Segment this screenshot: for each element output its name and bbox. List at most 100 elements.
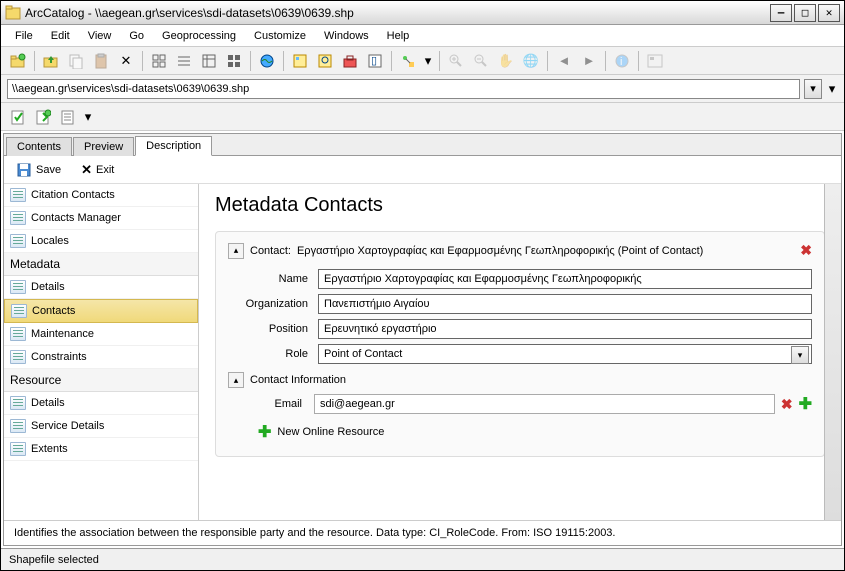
large-icons-icon[interactable] [148, 50, 170, 72]
sidebar-item-locales[interactable]: Locales [4, 230, 198, 253]
copy-icon[interactable] [65, 50, 87, 72]
identify-icon[interactable]: i [611, 50, 633, 72]
main-panel: Metadata Contacts ▴ Contact: Εργαστήριο … [199, 184, 841, 520]
toolbar2-dropdown-icon[interactable]: ▾ [82, 106, 94, 128]
validate-icon[interactable] [7, 106, 29, 128]
exit-button[interactable]: ✕ Exit [77, 160, 118, 180]
launch-arcmap-icon[interactable] [256, 50, 278, 72]
address-bar: ▾ ▾ [1, 75, 844, 103]
sidebar-item-metadata-constraints[interactable]: Constraints [4, 346, 198, 369]
address-input[interactable] [7, 79, 800, 99]
page-icon [10, 280, 26, 294]
page-icon [10, 396, 26, 410]
zoom-out-icon[interactable] [470, 50, 492, 72]
connect-folder-icon[interactable] [7, 50, 29, 72]
menu-view[interactable]: View [80, 28, 120, 44]
forward-icon[interactable]: ► [578, 50, 600, 72]
menubar: File Edit View Go Geoprocessing Customiz… [1, 25, 844, 47]
sidebar-item-citation-contacts[interactable]: Citation Contacts [4, 184, 198, 207]
exit-icon: ✕ [81, 162, 92, 178]
new-online-resource-button[interactable]: ✚ New Online Resource [258, 422, 812, 442]
main-toolbar: ✕ ▯ ▾ ✋ 🌐 ◄ ► i [1, 47, 844, 75]
delete-email-icon[interactable]: ✖ [781, 396, 793, 413]
pos-input[interactable] [318, 319, 812, 339]
delete-contact-icon[interactable]: ✖ [800, 242, 812, 259]
page-icon [10, 327, 26, 341]
org-input[interactable] [318, 294, 812, 314]
contact-info-label: Contact Information [250, 374, 346, 386]
sidebar-item-resource-service-details[interactable]: Service Details [4, 415, 198, 438]
tab-contents[interactable]: Contents [6, 137, 72, 156]
full-extent-icon[interactable]: 🌐 [520, 50, 542, 72]
svg-text:i: i [620, 56, 622, 68]
list-icon[interactable] [173, 50, 195, 72]
address-dropdown-icon[interactable]: ▾ [804, 79, 822, 99]
menu-file[interactable]: File [7, 28, 41, 44]
add-email-icon[interactable]: ✚ [799, 394, 812, 414]
python-window-icon[interactable]: ▯ [364, 50, 386, 72]
page-icon [10, 442, 26, 456]
action-bar: Save ✕ Exit [4, 156, 841, 184]
new-online-label: New Online Resource [277, 426, 384, 438]
menu-go[interactable]: Go [121, 28, 152, 44]
content-area: Contents Preview Description Save ✕ Exit… [3, 133, 842, 546]
maximize-button[interactable]: □ [794, 4, 816, 22]
email-label: Email [258, 398, 308, 410]
sidebar-item-metadata-contacts[interactable]: Contacts [4, 299, 198, 323]
address-go-icon[interactable]: ▾ [826, 78, 838, 100]
email-input[interactable] [314, 394, 775, 414]
menu-edit[interactable]: Edit [43, 28, 78, 44]
role-select[interactable]: Point of Contact [318, 344, 812, 364]
sidebar-item-resource-extents[interactable]: Extents [4, 438, 198, 461]
role-label: Role [228, 348, 318, 360]
export-icon[interactable] [32, 106, 54, 128]
close-button[interactable]: ✕ [818, 4, 840, 22]
sidebar-header-resource: Resource [4, 369, 198, 392]
plus-icon: ✚ [258, 422, 271, 442]
pan-icon[interactable]: ✋ [495, 50, 517, 72]
thumbnail-icon[interactable] [644, 50, 666, 72]
save-button[interactable]: Save [12, 160, 65, 180]
paste-icon[interactable] [90, 50, 112, 72]
tab-description[interactable]: Description [135, 136, 212, 156]
collapse-contact-button[interactable]: ▴ [228, 243, 244, 259]
details-icon[interactable] [198, 50, 220, 72]
menu-windows[interactable]: Windows [316, 28, 377, 44]
menu-help[interactable]: Help [379, 28, 418, 44]
tab-preview[interactable]: Preview [73, 137, 134, 156]
zoom-in-icon[interactable] [445, 50, 467, 72]
model-builder-icon[interactable] [397, 50, 419, 72]
sidebar-header-metadata: Metadata [4, 253, 198, 276]
minimize-button[interactable]: — [770, 4, 792, 22]
dropdown-icon[interactable]: ▾ [422, 50, 434, 72]
thumbnails-icon[interactable] [223, 50, 245, 72]
menu-geoprocessing[interactable]: Geoprocessing [154, 28, 244, 44]
back-icon[interactable]: ◄ [553, 50, 575, 72]
name-input[interactable] [318, 269, 812, 289]
contact-info-section: ▴ Contact Information Email ✖ ✚ ✚ [228, 372, 812, 442]
sidebar-item-metadata-maintenance[interactable]: Maintenance [4, 323, 198, 346]
page-icon [11, 304, 27, 318]
metadata-props-icon[interactable] [57, 106, 79, 128]
contact-label: Contact: [250, 245, 291, 257]
panel-title: Metadata Contacts [215, 194, 825, 217]
svg-text:▯: ▯ [371, 55, 377, 67]
menu-customize[interactable]: Customize [246, 28, 314, 44]
toolbox-icon[interactable] [339, 50, 361, 72]
catalog-tree-icon[interactable] [289, 50, 311, 72]
sidebar-item-resource-details[interactable]: Details [4, 392, 198, 415]
up-level-icon[interactable] [40, 50, 62, 72]
name-label: Name [228, 273, 318, 285]
app-window: ArcCatalog - \\aegean.gr\services\sdi-da… [0, 0, 845, 571]
delete-icon[interactable]: ✕ [115, 50, 137, 72]
save-label: Save [36, 164, 61, 176]
main-split: Citation Contacts Contacts Manager Local… [4, 184, 841, 520]
titlebar: ArcCatalog - \\aegean.gr\services\sdi-da… [1, 1, 844, 25]
search-window-icon[interactable] [314, 50, 336, 72]
collapse-contact-info-button[interactable]: ▴ [228, 372, 244, 388]
contact-header: ▴ Contact: Εργαστήριο Χαρτογραφίας και Ε… [228, 242, 812, 259]
sidebar-item-metadata-details[interactable]: Details [4, 276, 198, 299]
sidebar-item-contacts-manager[interactable]: Contacts Manager [4, 207, 198, 230]
app-icon [5, 5, 21, 21]
status-text: Shapefile selected [9, 554, 99, 566]
